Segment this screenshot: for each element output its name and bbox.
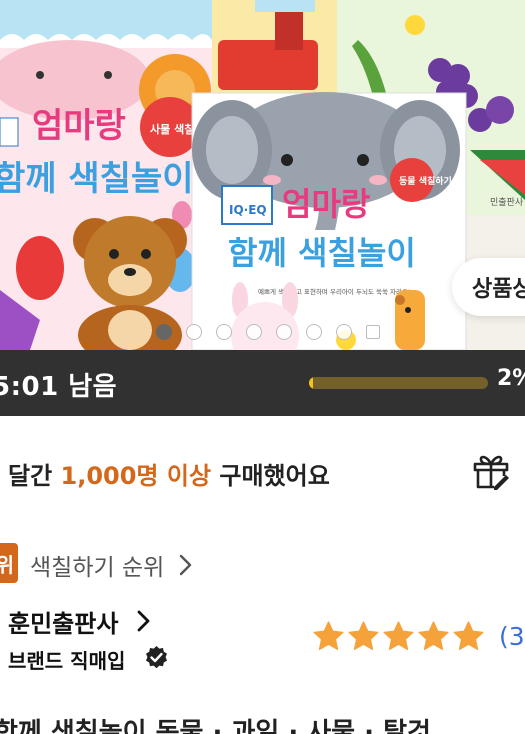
star-icon bbox=[313, 621, 344, 650]
cover-front-tag: 동물 색칠하기 bbox=[399, 175, 452, 187]
review-count-link[interactable]: (3 bbox=[499, 622, 525, 651]
cover-front-badge: IQ·EQ bbox=[229, 203, 267, 217]
gift-icon[interactable] bbox=[470, 450, 512, 492]
purchase-count-highlight: 1,000명 이상 bbox=[60, 462, 212, 490]
rating-stars[interactable] bbox=[312, 620, 485, 653]
ranking-badge: 위 bbox=[0, 543, 18, 583]
chevron-right-icon[interactable] bbox=[136, 609, 152, 633]
carousel-more-indicator[interactable] bbox=[365, 325, 380, 339]
countdown-text: 5:01 남음 bbox=[0, 372, 118, 402]
seller-name-link[interactable]: 훈민출판사 bbox=[8, 604, 118, 639]
product-detail-button[interactable]: 상품상세 bbox=[452, 258, 525, 316]
star-icon bbox=[453, 621, 484, 650]
star-icon bbox=[348, 621, 379, 650]
carousel-indicator bbox=[0, 324, 525, 340]
cover-right-caption: 민출판사 bbox=[490, 197, 524, 208]
verified-check-icon bbox=[146, 646, 167, 669]
carousel-dot[interactable] bbox=[215, 324, 232, 340]
brand-direct-label: 브랜드 직매입 bbox=[8, 649, 126, 673]
purchase-count-suffix: 구매했어요 bbox=[211, 462, 330, 490]
sold-progress-fill bbox=[309, 377, 313, 389]
sold-progress-percent: 2% bbox=[497, 366, 525, 391]
ranking-link[interactable]: 색칠하기 순위 bbox=[30, 548, 164, 582]
product-detail-label: 상품상세 bbox=[472, 277, 525, 302]
carousel-dot[interactable] bbox=[245, 324, 262, 340]
product-cover-collage: 민출판사 엄마랑 함께 색칠놀이 사물 색칠하기 IQ·EQ 동물 색칠하기 엄… bbox=[0, 0, 525, 350]
ranking-badge-text: 위 bbox=[0, 552, 14, 577]
sold-progress-bar bbox=[309, 377, 488, 389]
cover-back-title-line2: 함께 색칠놀이 bbox=[0, 159, 194, 199]
star-icon bbox=[418, 621, 449, 650]
carousel-dot[interactable] bbox=[155, 324, 172, 340]
product-image-carousel[interactable]: 민출판사 엄마랑 함께 색칠놀이 사물 색칠하기 IQ·EQ 동물 색칠하기 엄… bbox=[0, 0, 525, 350]
carousel-dot[interactable] bbox=[185, 324, 202, 340]
purchase-count-prefix: 달간 bbox=[8, 462, 61, 490]
carousel-dot[interactable] bbox=[275, 324, 292, 340]
chevron-right-icon[interactable] bbox=[178, 553, 194, 577]
product-title: 함께 색칠놀이 동물 · 과일 · 사물 · 탈것 bbox=[0, 718, 431, 734]
star-icon bbox=[383, 621, 414, 650]
carousel-dot[interactable] bbox=[335, 324, 352, 340]
cover-front-title-line1: 엄마랑 bbox=[282, 185, 370, 223]
cover-front-title-line2: 함께 색칠놀이 bbox=[228, 234, 416, 272]
carousel-dot[interactable] bbox=[305, 324, 322, 340]
cover-front-subtitle: 예쁘게 색칠하고 표현하며 우리아이 두뇌도 쑥쑥 자라요! bbox=[258, 287, 411, 296]
purchase-count-text: 달간 1,000명 이상 구매했어요 bbox=[8, 456, 330, 491]
cover-back-title-line1: 엄마랑 bbox=[32, 106, 126, 146]
